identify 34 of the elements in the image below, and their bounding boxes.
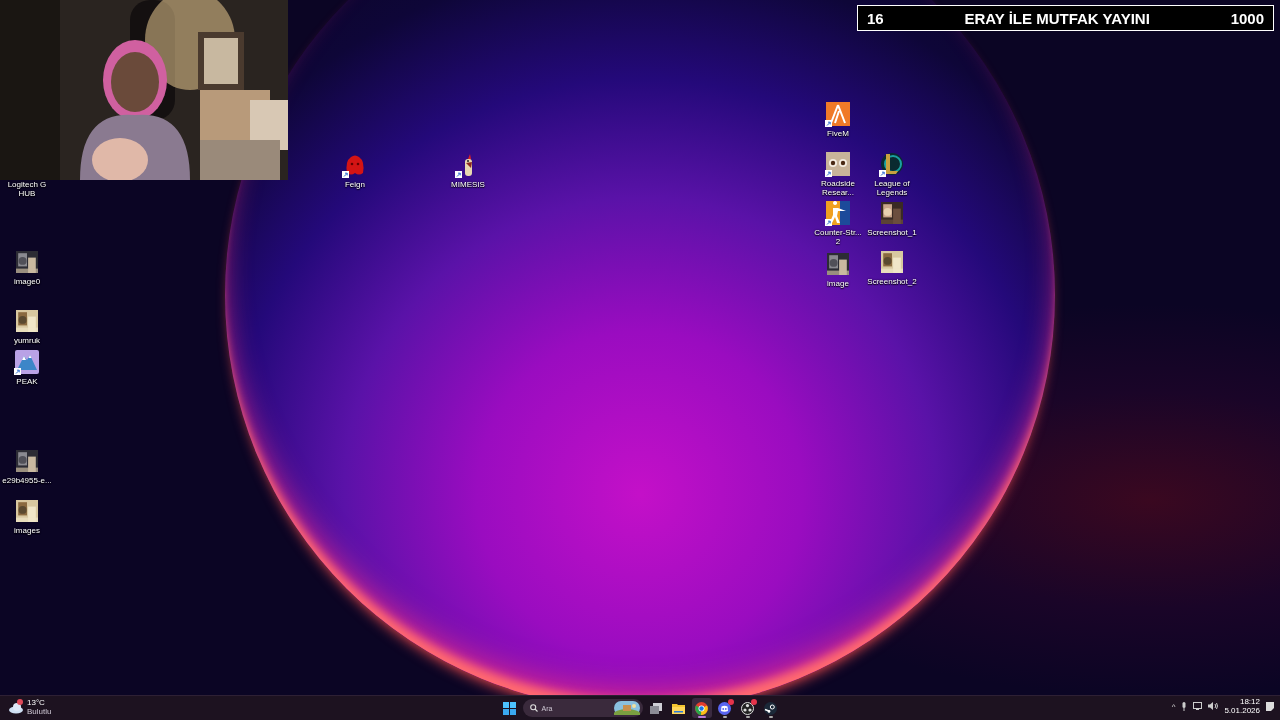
desktop-icon-label[interactable]: e29b4955-e... (2, 476, 52, 485)
notification-icon[interactable] (1266, 701, 1274, 711)
desktop-icon-label[interactable]: Roadside Resear... (812, 179, 864, 197)
desktop-icon-label[interactable]: image (827, 279, 849, 288)
weather-condition[interactable]: Bulutlu (27, 707, 52, 716)
clock-date[interactable]: 5.01.2026 (1224, 706, 1260, 715)
desktop-icon-label[interactable]: Feign (345, 180, 365, 189)
soldier-silhouette-icon[interactable] (826, 201, 850, 225)
desktop-icon-label[interactable]: Screenshot_1 (867, 228, 917, 237)
desktop-icon-label[interactable]: images (14, 526, 40, 535)
goal-text: 1000 (1230, 9, 1264, 27)
temperature-text[interactable]: 13°C (27, 698, 52, 707)
counter-text: 16 (867, 9, 884, 27)
search-icon (529, 704, 538, 712)
desktop-icon-label[interactable]: FiveM (827, 129, 849, 138)
road-logo-icon[interactable] (826, 102, 850, 126)
desktop-icon-label[interactable]: League of Legends (866, 179, 918, 197)
desktop-icon-label[interactable]: Counter-Str... 2 (812, 228, 864, 246)
network-icon[interactable] (1193, 702, 1203, 710)
desktop-icon-label[interactable]: yumruk (13, 336, 41, 345)
desktop-icon-label[interactable]: PEAK (16, 377, 38, 386)
mountain-icon[interactable] (15, 350, 39, 374)
ring-logo-icon[interactable] (880, 152, 904, 176)
volume-icon[interactable] (1208, 702, 1219, 710)
clock-time[interactable]: 18:12 (1239, 697, 1260, 706)
desktop-icon-label[interactable]: MIMESIS (451, 180, 485, 189)
microphone-icon[interactable] (1181, 701, 1188, 711)
overlay-title: ERAY İLE MUTFAK YAYINI (964, 9, 1150, 27)
desktop-icon-label[interactable]: image0 (13, 277, 41, 286)
desktop-icon-label[interactable]: Logitech G HUB (1, 180, 53, 198)
eyes-icon[interactable] (826, 152, 850, 176)
desktop-icon-label[interactable]: Screenshot_2 (867, 277, 917, 286)
cloud-icon[interactable] (8, 700, 24, 714)
tray-chevron[interactable]: ^ (1171, 701, 1176, 711)
